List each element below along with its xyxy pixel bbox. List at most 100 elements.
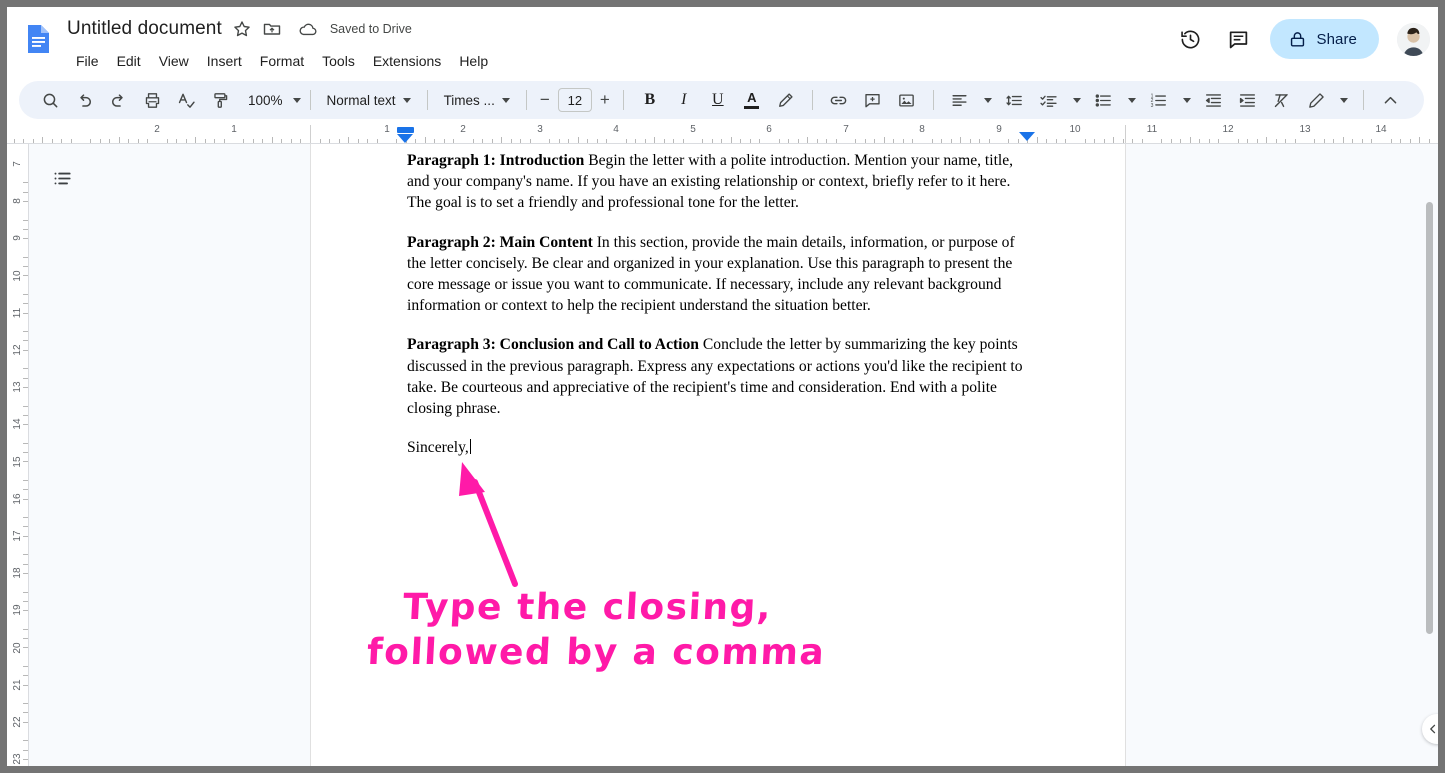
clear-formatting-icon[interactable] <box>1268 86 1296 114</box>
menu-item-tools[interactable]: Tools <box>313 49 364 73</box>
text-color-swatch <box>744 106 759 109</box>
chevron-down-icon[interactable] <box>984 98 992 103</box>
chevron-down-icon[interactable] <box>1340 98 1348 103</box>
undo-icon[interactable] <box>70 86 98 114</box>
spellcheck-icon[interactable] <box>172 86 200 114</box>
closing-text: Sincerely, <box>407 439 469 456</box>
menu-item-insert[interactable]: Insert <box>198 49 251 73</box>
save-status-label: Saved to Drive <box>330 22 412 36</box>
chevron-down-icon[interactable] <box>1073 98 1081 103</box>
font-family-dropdown[interactable]: Times ... <box>440 86 514 114</box>
ruler-number: 2 <box>460 125 466 135</box>
search-icon[interactable] <box>36 86 64 114</box>
ruler-number: 19 <box>13 605 23 616</box>
paragraph-style-dropdown[interactable]: Normal text <box>323 86 415 114</box>
toolbar-divider <box>812 90 813 110</box>
right-indent-marker[interactable] <box>1019 132 1035 141</box>
align-left-icon[interactable] <box>946 86 974 114</box>
insert-image-icon[interactable] <box>893 86 921 114</box>
line-spacing-icon[interactable] <box>1001 86 1029 114</box>
paragraph-style-value: Normal text <box>327 93 396 108</box>
increase-indent-icon[interactable] <box>1234 86 1262 114</box>
document-text-body[interactable]: Paragraph 1: Introduction Begin the lett… <box>407 150 1033 476</box>
document-outline-icon[interactable] <box>47 163 77 193</box>
left-indent-marker[interactable] <box>397 127 414 133</box>
title-row: Untitled document Saved to Drive <box>67 16 412 42</box>
toolbar-divider <box>623 90 624 110</box>
text-color-button[interactable]: A <box>738 86 766 114</box>
move-to-folder-icon[interactable] <box>262 19 282 39</box>
comment-history-icon[interactable] <box>1218 19 1258 59</box>
print-icon[interactable] <box>138 86 166 114</box>
vertical-ruler[interactable]: 7891011121314151617181920212223 <box>7 144 29 766</box>
vertical-scrollbar-thumb[interactable] <box>1426 202 1433 634</box>
ruler-number: 20 <box>13 642 23 653</box>
menu-item-extensions[interactable]: Extensions <box>364 49 450 73</box>
docs-file-icon[interactable] <box>22 23 54 55</box>
zoom-control[interactable]: 100% <box>245 93 301 108</box>
ruler-number: 21 <box>13 679 23 690</box>
ruler-number: 17 <box>13 530 23 541</box>
first-line-indent-marker[interactable] <box>397 134 413 143</box>
chevron-down-icon[interactable] <box>1183 98 1191 103</box>
ruler-number: 22 <box>13 716 23 727</box>
user-avatar[interactable] <box>1397 23 1430 56</box>
ruler-number: 9 <box>996 125 1002 135</box>
ruler-number: 9 <box>13 236 23 242</box>
chevron-down-icon <box>502 98 510 103</box>
paint-format-icon[interactable] <box>206 86 234 114</box>
ruler-number: 8 <box>13 198 23 204</box>
add-comment-icon[interactable] <box>859 86 887 114</box>
numbered-list-icon[interactable]: 1 2 3 <box>1145 86 1173 114</box>
share-button-label: Share <box>1316 31 1357 48</box>
toolbar-divider <box>526 90 527 110</box>
redo-icon[interactable] <box>104 86 132 114</box>
ruler-number: 3 <box>537 125 543 135</box>
pencil-editing-icon[interactable] <box>1302 86 1330 114</box>
document-workspace: 7891011121314151617181920212223 Paragrap… <box>7 144 1438 766</box>
ruler-number: 2 <box>154 125 160 135</box>
menu-item-edit[interactable]: Edit <box>108 49 150 73</box>
zoom-level-value: 100% <box>245 93 286 108</box>
paragraph-3-heading: Paragraph 3: Conclusion and Call to Acti… <box>407 336 699 353</box>
closing-line: Sincerely, <box>407 437 1033 458</box>
increase-font-size-button[interactable]: + <box>596 90 614 110</box>
font-family-value: Times ... <box>444 93 495 108</box>
decrease-indent-icon[interactable] <box>1200 86 1228 114</box>
menu-item-help[interactable]: Help <box>450 49 497 73</box>
star-outline-icon[interactable] <box>232 19 252 39</box>
page-title[interactable]: Untitled document <box>67 16 222 42</box>
italic-button[interactable]: I <box>670 86 698 114</box>
ruler-number: 8 <box>919 125 925 135</box>
ruler-number: 18 <box>13 568 23 579</box>
paragraph-2-heading: Paragraph 2: Main Content <box>407 234 593 251</box>
highlight-pen-icon[interactable] <box>772 86 800 114</box>
ruler-number: 12 <box>13 344 23 355</box>
checklist-icon[interactable] <box>1035 86 1063 114</box>
ruler-number: 11 <box>1147 125 1157 135</box>
toolbar-divider <box>310 90 311 110</box>
menu-item-format[interactable]: Format <box>251 49 313 73</box>
decrease-font-size-button[interactable]: − <box>536 90 554 110</box>
insert-link-icon[interactable] <box>825 86 853 114</box>
svg-text:3: 3 <box>1151 102 1154 108</box>
share-button[interactable]: Share <box>1270 19 1379 59</box>
document-page[interactable]: Paragraph 1: Introduction Begin the lett… <box>310 144 1126 766</box>
menu-item-view[interactable]: View <box>150 49 198 73</box>
horizontal-ruler[interactable]: 211234567891011121314 <box>7 125 1438 144</box>
menu-item-file[interactable]: File <box>67 49 108 73</box>
google-docs-window: Untitled document Saved to Drive <box>7 7 1438 766</box>
text-cursor <box>470 439 471 454</box>
bold-button[interactable]: B <box>636 86 664 114</box>
bulleted-list-icon[interactable] <box>1090 86 1118 114</box>
toolbar-right-group <box>1299 86 1410 114</box>
font-size-input[interactable]: 12 <box>558 88 592 112</box>
underline-button[interactable]: U <box>704 86 732 114</box>
version-history-icon[interactable] <box>1170 19 1210 59</box>
ruler-number: 1 <box>231 125 237 135</box>
paragraph-1-heading: Paragraph 1: Introduction <box>407 152 584 169</box>
app-header: Untitled document Saved to Drive <box>7 7 1438 70</box>
chevron-down-icon[interactable] <box>1128 98 1136 103</box>
ruler-number: 23 <box>13 754 23 765</box>
chevron-up-icon[interactable] <box>1376 86 1404 114</box>
